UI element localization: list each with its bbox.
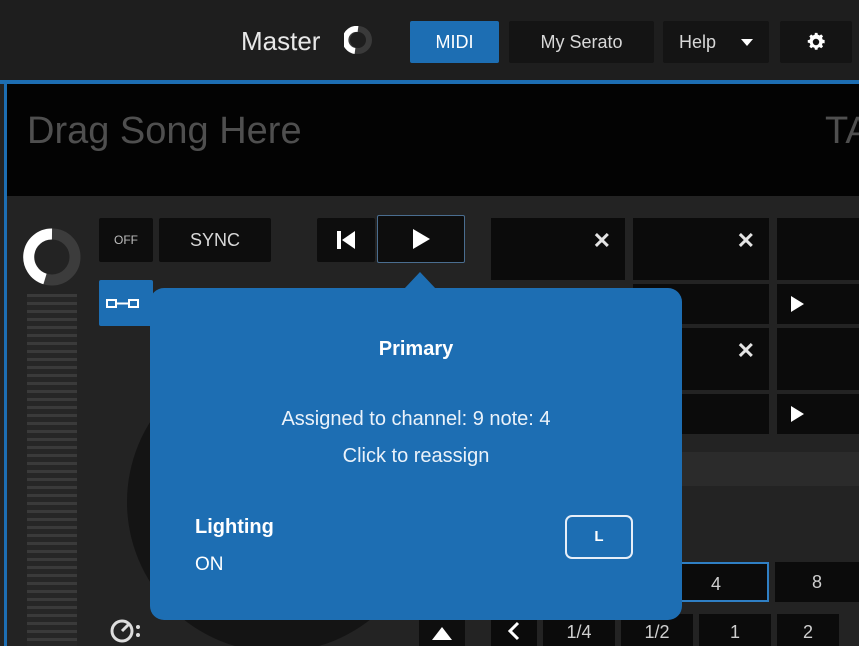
- cue-pad[interactable]: ✕: [491, 218, 625, 280]
- cue-pad[interactable]: ✕: [633, 218, 769, 280]
- play-icon: [413, 229, 430, 249]
- caret-down-icon: [741, 39, 753, 46]
- skip-back-button[interactable]: [317, 218, 375, 262]
- master-knob-icon[interactable]: [342, 25, 372, 54]
- cue-pad[interactable]: [777, 218, 859, 280]
- midi-button[interactable]: MIDI: [410, 21, 499, 63]
- serato-window: Master MIDI My Serato Help Drag Song Her…: [0, 0, 859, 646]
- skip-back-icon: [337, 231, 355, 249]
- arrow-up-button[interactable]: [419, 618, 465, 646]
- song-drop-zone[interactable]: Drag Song Here TA: [7, 84, 859, 196]
- help-menu-button[interactable]: Help: [663, 21, 769, 63]
- top-bar: Master MIDI My Serato Help: [0, 0, 859, 80]
- link-icon: [106, 299, 139, 308]
- help-label: Help: [679, 32, 717, 52]
- deck-knob-icon[interactable]: [21, 226, 83, 288]
- my-serato-button[interactable]: My Serato: [509, 21, 654, 63]
- track-title-partial: TA: [825, 110, 859, 152]
- settings-button[interactable]: [780, 21, 852, 63]
- loop-size-8[interactable]: 8: [775, 562, 859, 602]
- reassign-link[interactable]: Click to reassign: [150, 445, 682, 468]
- close-icon[interactable]: ✕: [737, 338, 755, 364]
- play-button[interactable]: [377, 215, 465, 263]
- gear-icon: [807, 32, 825, 50]
- level-meter: [27, 294, 77, 646]
- cue-play-pad[interactable]: [777, 284, 859, 324]
- master-label: Master: [241, 26, 321, 56]
- cue-play-pad[interactable]: [777, 394, 859, 434]
- sync-button[interactable]: SYNC: [159, 218, 271, 262]
- lighting-key-button[interactable]: L: [565, 515, 633, 559]
- link-button[interactable]: [99, 280, 153, 326]
- midi-assignment-popup[interactable]: Primary Assigned to channel: 9 note: 4 C…: [150, 288, 682, 620]
- popup-title: Primary: [378, 338, 454, 360]
- assignment-info: Assigned to channel: 9 note: 4: [281, 408, 551, 430]
- popup-pointer: [404, 272, 436, 289]
- pitch-icon[interactable]: [107, 616, 143, 646]
- lighting-status: ON: [195, 554, 224, 575]
- off-button[interactable]: OFF: [99, 218, 153, 262]
- arrow-up-icon: [432, 627, 452, 640]
- drag-song-text: Drag Song Here: [27, 110, 302, 152]
- beat-size-button[interactable]: 2: [777, 614, 839, 646]
- close-icon[interactable]: ✕: [593, 228, 611, 254]
- close-icon[interactable]: ✕: [737, 228, 755, 254]
- lighting-label: Lighting: [195, 516, 274, 538]
- cue-pad[interactable]: [777, 328, 859, 390]
- beat-size-button[interactable]: 1: [699, 614, 771, 646]
- play-icon: [791, 296, 804, 312]
- play-icon: [791, 406, 804, 422]
